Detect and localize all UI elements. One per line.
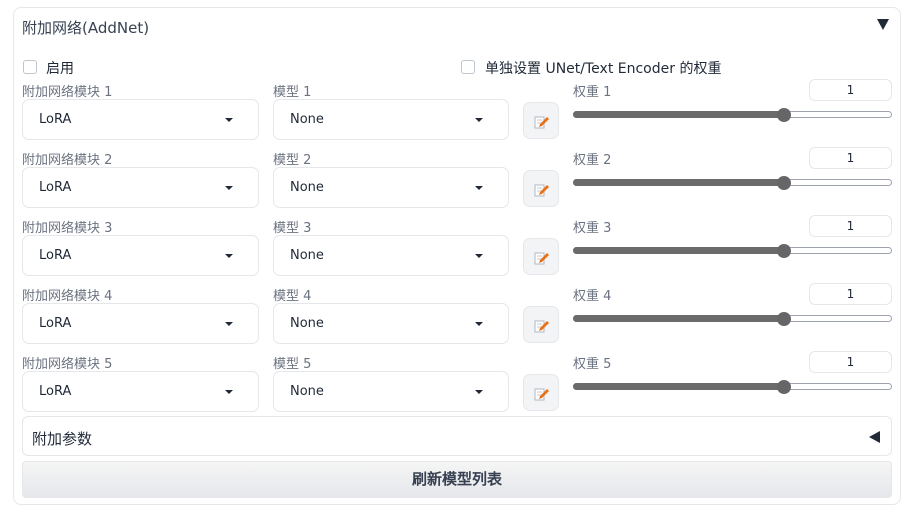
module-label: 附加网络模块 1 [22,85,113,100]
model-label: 模型 5 [273,357,312,372]
chevron-down-icon [225,390,233,394]
slider-fill [573,111,784,118]
chevron-down-icon [475,118,483,122]
module-dropdown[interactable]: LoRA [22,167,259,208]
model-dropdown[interactable]: None [273,371,509,412]
weight-label: 权重 1 [573,85,612,100]
weight-slider[interactable] [573,312,892,326]
weight-label: 权重 4 [573,289,612,304]
separate-weights-label: 单独设置 UNet/Text Encoder 的权重 [485,61,722,77]
module-label: 附加网络模块 3 [22,221,113,236]
edit-model-button[interactable] [523,170,559,207]
model-dropdown[interactable]: None [273,235,509,276]
chevron-down-icon [225,254,233,258]
module-value: LoRA [39,112,72,127]
weight-number-input[interactable]: 1 [809,79,892,101]
enable-label: 启用 [46,61,74,77]
refresh-models-button[interactable]: 刷新模型列表 [22,461,892,498]
model-value: None [290,180,324,195]
model-dropdown[interactable]: None [273,167,509,208]
model-label: 模型 3 [273,221,312,236]
model-value: None [290,248,324,263]
slider-thumb[interactable] [776,176,791,190]
module-dropdown[interactable]: LoRA [22,235,259,276]
panel-title[interactable]: 附加网络(AddNet) [22,17,149,38]
chevron-down-icon [475,322,483,326]
weight-number-input[interactable]: 1 [809,351,892,373]
triangle-down-icon[interactable] [877,19,889,30]
chevron-down-icon [225,186,233,190]
slider-thumb[interactable] [776,244,791,258]
slider-fill [573,247,784,254]
edit-model-button[interactable] [523,238,559,275]
weight-number-input[interactable]: 1 [809,147,892,169]
module-value: LoRA [39,384,72,399]
module-dropdown[interactable]: LoRA [22,99,259,140]
edit-model-button[interactable] [523,102,559,139]
model-dropdown[interactable]: None [273,99,509,140]
slider-thumb[interactable] [776,312,791,326]
weight-slider[interactable] [573,244,892,258]
module-label: 附加网络模块 4 [22,289,113,304]
slider-fill [573,315,784,322]
weight-label: 权重 2 [573,153,612,168]
module-dropdown[interactable]: LoRA [22,371,259,412]
slider-thumb[interactable] [776,380,791,394]
module-label: 附加网络模块 2 [22,153,113,168]
weight-number-input[interactable]: 1 [809,283,892,305]
model-value: None [290,316,324,331]
slider-fill [573,179,784,186]
chevron-down-icon [475,390,483,394]
slider-thumb[interactable] [776,108,791,122]
chevron-down-icon [225,322,233,326]
weight-slider[interactable] [573,380,892,394]
chevron-down-icon [475,254,483,258]
weight-slider[interactable] [573,108,892,122]
model-dropdown[interactable]: None [273,303,509,344]
edit-model-button[interactable] [523,374,559,411]
chevron-down-icon [475,186,483,190]
separate-weights-checkbox[interactable] [461,60,475,74]
enable-checkbox[interactable] [23,60,37,74]
module-value: LoRA [39,180,72,195]
extra-params-accordion[interactable]: 附加参数 [22,416,892,456]
weight-slider[interactable] [573,176,892,190]
model-value: None [290,112,324,127]
weight-number-input[interactable]: 1 [809,215,892,237]
module-label: 附加网络模块 5 [22,357,113,372]
model-label: 模型 1 [273,85,312,100]
triangle-left-icon[interactable] [869,431,880,443]
model-value: None [290,384,324,399]
weight-label: 权重 3 [573,221,612,236]
model-label: 模型 4 [273,289,312,304]
edit-model-button[interactable] [523,306,559,343]
extra-params-label: 附加参数 [32,430,93,448]
chevron-down-icon [225,118,233,122]
slider-fill [573,383,784,390]
model-label: 模型 2 [273,153,312,168]
module-dropdown[interactable]: LoRA [22,303,259,344]
module-value: LoRA [39,316,72,331]
module-value: LoRA [39,248,72,263]
weight-label: 权重 5 [573,357,612,372]
